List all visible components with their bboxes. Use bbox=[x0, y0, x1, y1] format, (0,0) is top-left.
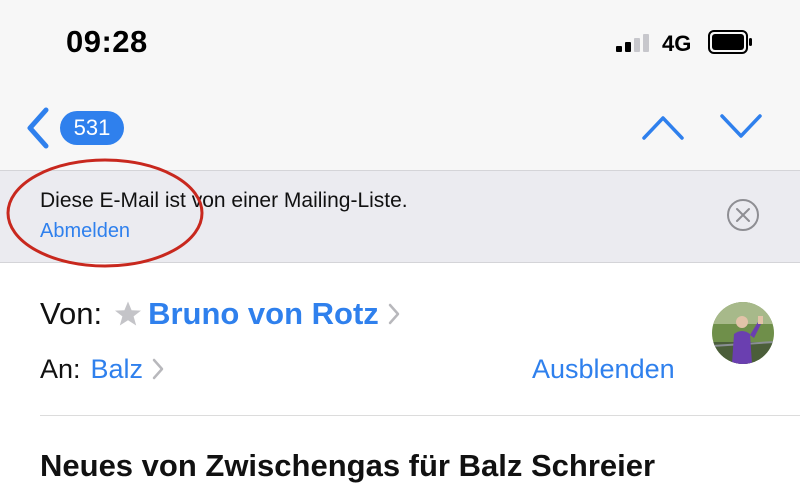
unread-count-badge[interactable]: 531 bbox=[60, 111, 124, 145]
cellular-signal-icon bbox=[616, 34, 656, 52]
star-icon bbox=[115, 301, 142, 326]
chevron-up-icon bbox=[642, 116, 684, 140]
unsubscribe-link[interactable]: Abmelden bbox=[40, 220, 130, 243]
hide-details-link[interactable]: Ausblenden bbox=[532, 354, 675, 385]
close-circle-icon bbox=[727, 199, 759, 231]
mailing-list-message: Diese E-Mail ist von einer Mailing-Liste… bbox=[40, 189, 408, 212]
network-type: 4G bbox=[662, 31, 692, 56]
to-row: An: Balz bbox=[40, 350, 165, 388]
battery-icon bbox=[708, 30, 754, 54]
to-label: An: bbox=[40, 353, 81, 384]
from-label: Von: bbox=[40, 296, 103, 331]
dismiss-banner-button[interactable] bbox=[726, 198, 760, 232]
next-message-button[interactable] bbox=[718, 110, 764, 142]
chevron-right-icon bbox=[388, 303, 400, 325]
sender-name[interactable]: Bruno von Rotz bbox=[148, 296, 379, 332]
back-button[interactable] bbox=[22, 106, 54, 150]
chevron-right-icon bbox=[152, 358, 164, 380]
chevron-down-icon bbox=[720, 114, 762, 138]
avatar-photo bbox=[712, 302, 774, 364]
mailing-list-banner: Diese E-Mail ist von einer Mailing-Liste… bbox=[0, 170, 800, 263]
header-divider bbox=[40, 415, 800, 416]
previous-message-button[interactable] bbox=[640, 110, 686, 142]
chevron-left-icon bbox=[27, 107, 49, 149]
recipient-name[interactable]: Balz bbox=[91, 354, 144, 385]
email-subject: Neues von Zwischengas für Balz Schreier bbox=[40, 448, 656, 483]
sender-avatar[interactable] bbox=[712, 302, 774, 364]
status-time: 09:28 bbox=[66, 24, 148, 59]
from-row: Von: Bruno von Rotz bbox=[40, 294, 401, 334]
